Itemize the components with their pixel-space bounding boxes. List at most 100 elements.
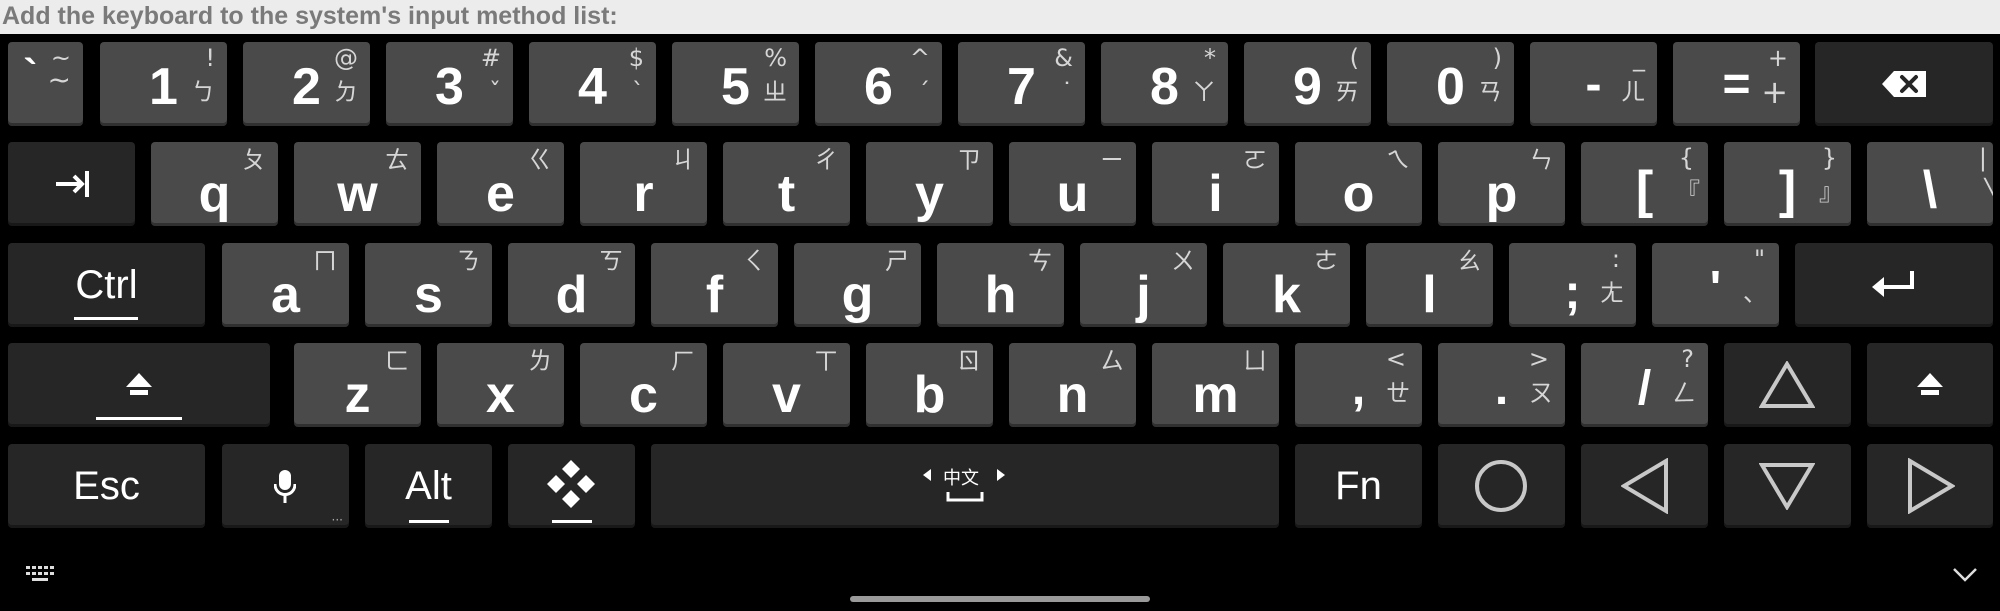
key-q[interactable]: q ㄆ xyxy=(151,142,278,226)
key-f[interactable]: f ㄑ xyxy=(651,243,778,327)
key-z[interactable]: z ㄈ xyxy=(294,343,421,427)
key-t[interactable]: t ㄔ xyxy=(723,142,850,226)
key-period-alt-top: > xyxy=(1528,345,1549,373)
key-0[interactable]: 0 ) ㄢ xyxy=(1387,42,1514,126)
key-e[interactable]: e ㄍ xyxy=(437,142,564,226)
key-comma-alt-top: < xyxy=(1385,345,1406,373)
key-quote[interactable]: ' " 、 xyxy=(1652,243,1779,327)
alt-key[interactable]: Alt xyxy=(365,444,492,528)
key-y[interactable]: y ㄗ xyxy=(866,142,993,226)
key-equals[interactable]: = + + xyxy=(1673,42,1800,126)
key-t-alt: ㄔ xyxy=(814,146,838,174)
key-h[interactable]: h ㄘ xyxy=(937,243,1064,327)
key-i[interactable]: i ㄛ xyxy=(1152,142,1279,226)
key-q-alt: ㄆ xyxy=(242,146,266,174)
key-b[interactable]: b ㄖ xyxy=(866,343,993,427)
key-s[interactable]: s ㄋ xyxy=(365,243,492,327)
triangle-up-icon xyxy=(1759,361,1815,408)
key-5[interactable]: 5 % ㄓ xyxy=(672,42,799,126)
space-key[interactable]: 中文 xyxy=(651,444,1279,528)
key-semicolon[interactable]: ; : ㄤ xyxy=(1509,243,1636,327)
key-u[interactable]: u ㄧ xyxy=(1009,142,1136,226)
arrow-right-key[interactable] xyxy=(1867,444,1993,528)
key-8-alt-bottom: ㄚ xyxy=(1192,78,1216,106)
home-key[interactable] xyxy=(1438,444,1565,528)
key-2[interactable]: 2 @ ㄉ xyxy=(243,42,370,126)
key-semicolon-alt-top: : xyxy=(1611,245,1620,273)
key-c[interactable]: c ㄏ xyxy=(580,343,707,427)
shift-icon xyxy=(1917,373,1943,395)
shift-left-underline xyxy=(96,417,182,420)
key-8[interactable]: 8 * ㄚ xyxy=(1101,42,1228,126)
esc-key[interactable]: Esc xyxy=(8,444,205,528)
triangle-down-icon xyxy=(1759,463,1815,510)
key-right-bracket-alt-top: } xyxy=(1821,144,1837,172)
key-l[interactable]: l ㄠ xyxy=(1366,243,1493,327)
key-o-alt: ㄟ xyxy=(1386,146,1410,174)
key-p[interactable]: p ㄣ xyxy=(1438,142,1565,226)
key-period[interactable]: . > ㄡ xyxy=(1438,343,1565,427)
key-left-bracket-alt-top: { xyxy=(1678,144,1694,172)
key-slash-alt-top: ? xyxy=(1681,345,1694,373)
dpad-key[interactable] xyxy=(508,444,635,528)
key-3[interactable]: 3 # ˇ xyxy=(386,42,513,126)
gesture-bar[interactable] xyxy=(850,596,1150,602)
key-slash[interactable]: / ? ㄥ xyxy=(1581,343,1708,427)
key-backslash[interactable]: \ | ╲ xyxy=(1867,142,1993,226)
tab-icon xyxy=(56,171,89,197)
key-v[interactable]: v ㄒ xyxy=(723,343,850,427)
key-l-alt: ㄠ xyxy=(1457,247,1481,275)
key-r[interactable]: r ㄐ xyxy=(580,142,707,226)
keyboard-icon[interactable] xyxy=(26,566,56,584)
key-quote-alt-top: " xyxy=(1753,245,1765,273)
key-r-alt: ㄐ xyxy=(671,146,695,174)
chevron-down-icon[interactable] xyxy=(1952,567,1978,583)
key-e-alt: ㄍ xyxy=(528,146,552,174)
key-x[interactable]: x ㄌ xyxy=(437,343,564,427)
key-g[interactable]: g ㄕ xyxy=(794,243,921,327)
arrow-up-key[interactable] xyxy=(1724,343,1851,427)
key-4[interactable]: 4 $ ˋ xyxy=(529,42,656,126)
ctrl-underline xyxy=(74,317,138,320)
key-j-alt: ㄨ xyxy=(1171,247,1195,275)
key-n[interactable]: n ㄙ xyxy=(1009,343,1136,427)
key-1[interactable]: 1 ! ㄅ xyxy=(100,42,227,126)
key-a[interactable]: a ㄇ xyxy=(222,243,349,327)
key-backtick[interactable]: ` ~ ~ xyxy=(8,42,83,126)
arrow-left-key[interactable] xyxy=(1581,444,1708,528)
key-9[interactable]: 9 ( ㄞ xyxy=(1244,42,1371,126)
key-y-alt: ㄗ xyxy=(957,146,981,174)
ctrl-key[interactable]: Ctrl xyxy=(8,243,205,327)
key-k[interactable]: k ㄜ xyxy=(1223,243,1350,327)
key-7[interactable]: 7 & ˙ xyxy=(958,42,1085,126)
microphone-icon xyxy=(274,470,296,503)
key-d-alt: ㄎ xyxy=(599,247,623,275)
key-j[interactable]: j ㄨ xyxy=(1080,243,1207,327)
key-9-alt-top: ( xyxy=(1349,44,1359,72)
key-m-alt: ㄩ xyxy=(1243,347,1267,375)
backspace-key[interactable] xyxy=(1815,42,1993,126)
key-comma[interactable]: , < ㄝ xyxy=(1295,343,1422,427)
key-w[interactable]: w ㄊ xyxy=(294,142,421,226)
fn-key[interactable]: Fn xyxy=(1295,444,1422,528)
shift-left-key[interactable] xyxy=(8,343,270,427)
key-left-bracket[interactable]: [ { 『 xyxy=(1581,142,1708,226)
key-6[interactable]: 6 ^ ˊ xyxy=(815,42,942,126)
shift-icon xyxy=(126,373,152,395)
key-backslash-main: \ xyxy=(1922,161,1938,219)
key-8-alt-top: * xyxy=(1204,44,1216,72)
enter-key[interactable] xyxy=(1795,243,1993,327)
key-o[interactable]: o ㄟ xyxy=(1295,142,1422,226)
arrow-down-key[interactable] xyxy=(1724,444,1851,528)
instruction-header: Add the keyboard to the system's input m… xyxy=(0,0,2000,34)
voice-input-key[interactable]: ··· xyxy=(222,444,349,528)
key-d[interactable]: d ㄎ xyxy=(508,243,635,327)
key-right-bracket[interactable]: ] } 』 xyxy=(1724,142,1851,226)
circle-icon xyxy=(1475,460,1527,512)
key-m[interactable]: m ㄩ xyxy=(1152,343,1279,427)
key-s-alt: ㄋ xyxy=(456,247,480,275)
tab-key[interactable] xyxy=(8,142,135,226)
shift-right-key[interactable] xyxy=(1867,343,1993,427)
key-minus[interactable]: - _ ㄦ xyxy=(1530,42,1657,126)
triangle-left-icon xyxy=(1621,458,1668,514)
